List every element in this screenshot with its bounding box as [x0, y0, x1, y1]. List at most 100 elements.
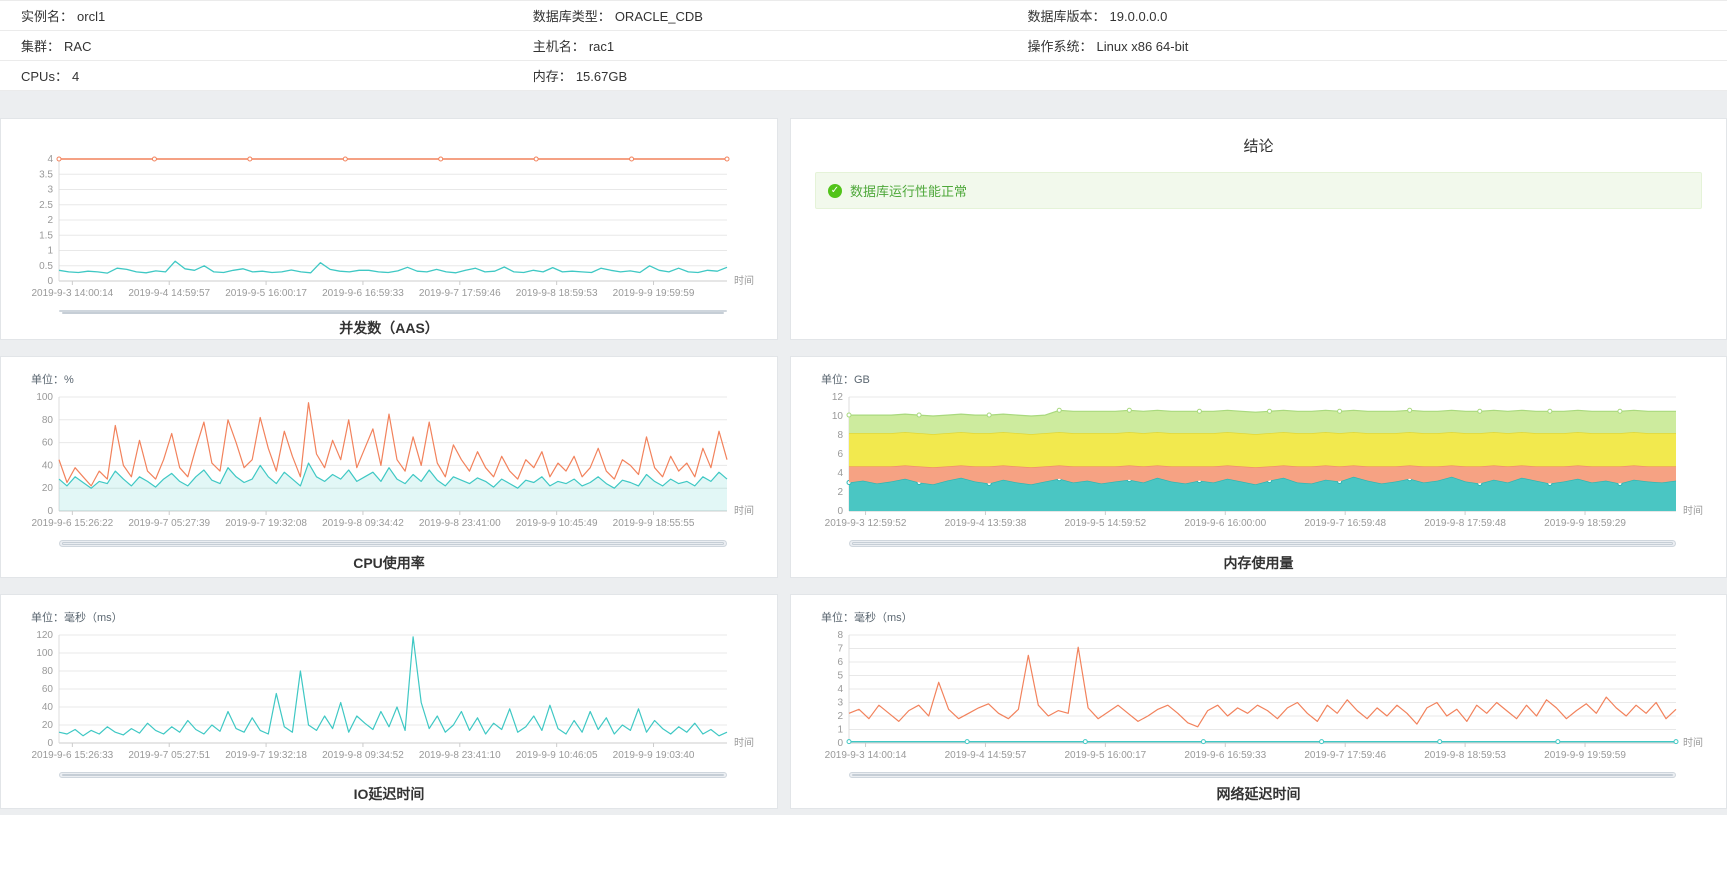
svg-text:2019-9-5 16:00:17: 2019-9-5 16:00:17	[225, 288, 307, 299]
data-zoom-slider[interactable]	[59, 772, 727, 778]
chart-title: IO延迟时间	[353, 786, 425, 802]
svg-text:2019-9-8 23:41:00: 2019-9-8 23:41:00	[419, 518, 501, 529]
svg-text:2019-9-9 19:59:59: 2019-9-9 19:59:59	[1544, 750, 1626, 761]
data-zoom-thumb[interactable]	[62, 312, 724, 314]
svg-text:2019-9-9 19:59:59: 2019-9-9 19:59:59	[613, 288, 695, 299]
dashboard-grid: 0 0.5 1 1.5 2 2.5 3 3.5 4 2019-9-3 14:00:14 2019-9…	[0, 91, 1727, 815]
svg-text:2019-9-9 18:59:29: 2019-9-9 18:59:29	[1544, 518, 1626, 529]
svg-text:2019-9-9 10:45:49: 2019-9-9 10:45:49	[516, 518, 598, 529]
svg-text:时间: 时间	[734, 274, 754, 287]
info-label: 实例名：	[21, 9, 74, 24]
info-db-type: 数据库类型： ORACLE_CDB	[533, 6, 1028, 25]
data-zoom-slider[interactable]	[59, 310, 727, 314]
svg-text:2019-9-4 14:59:57: 2019-9-4 14:59:57	[128, 288, 210, 299]
svg-text:时间: 时间	[1683, 504, 1703, 517]
svg-text:0: 0	[837, 506, 843, 517]
svg-text:2019-9-6 15:26:33: 2019-9-6 15:26:33	[31, 750, 113, 761]
svg-text:3.5: 3.5	[39, 169, 53, 180]
svg-text:2019-9-3 14:00:14: 2019-9-3 14:00:14	[825, 750, 907, 761]
panel-network-latency: 单位：毫秒（ms） 0 1 2 3 4 5 6 7 8 2019-9-3 14:00:14 2019…	[790, 594, 1727, 809]
aas-chart[interactable]: 0 0.5 1 1.5 2 2.5 3 3.5 4 2019-9-3 14:00:14 2019-9…	[15, 151, 763, 306]
svg-text:40: 40	[42, 702, 54, 713]
svg-text:2019-9-3 12:59:52: 2019-9-3 12:59:52	[825, 518, 907, 529]
svg-text:2019-9-7 05:27:51: 2019-9-7 05:27:51	[128, 750, 210, 761]
info-row: 集群： RAC 主机名： rac1 操作系统： Linux x86 64-bit	[0, 31, 1727, 61]
info-label: CPUs：	[21, 69, 68, 84]
data-zoom-thumb[interactable]	[852, 542, 1673, 545]
svg-text:2019-9-7 17:59:46: 2019-9-7 17:59:46	[419, 288, 501, 299]
svg-text:2: 2	[837, 711, 843, 722]
svg-text:2: 2	[47, 215, 53, 226]
svg-text:2019-9-8 18:59:53: 2019-9-8 18:59:53	[516, 288, 598, 299]
data-zoom-thumb[interactable]	[62, 542, 724, 545]
svg-text:2019-9-6 16:59:33: 2019-9-6 16:59:33	[322, 288, 404, 299]
svg-text:8: 8	[837, 630, 843, 641]
svg-text:3: 3	[47, 185, 53, 196]
io-latency-chart[interactable]: 0 20 40 60 80 100 120 2019-9-6 15:26:33 2019-9-7…	[15, 627, 763, 768]
svg-text:3: 3	[837, 698, 843, 709]
info-os: 操作系统： Linux x86 64-bit	[1028, 36, 1727, 55]
svg-text:2019-9-6 16:59:33: 2019-9-6 16:59:33	[1184, 750, 1266, 761]
data-zoom-slider[interactable]	[59, 540, 727, 547]
data-zoom-slider[interactable]	[849, 540, 1676, 547]
svg-text:2019-9-7 16:59:48: 2019-9-7 16:59:48	[1304, 518, 1386, 529]
svg-text:6: 6	[837, 449, 843, 460]
svg-text:2019-9-4 13:59:38: 2019-9-4 13:59:38	[945, 518, 1027, 529]
status-alert: ✓ 数据库运行性能正常	[815, 172, 1702, 209]
svg-text:2: 2	[837, 487, 843, 498]
cpu-usage-chart[interactable]: 0 20 40 60 80 100 2019-9-6 15:26:22 2019-9-7 05…	[15, 389, 763, 536]
panel-aas: 0 0.5 1 1.5 2 2.5 3 3.5 4 2019-9-3 14:00:14 2019-9…	[0, 118, 778, 340]
svg-text:2019-9-3 14:00:14: 2019-9-3 14:00:14	[31, 288, 113, 299]
chart-title: CPU使用率	[353, 555, 425, 571]
info-label: 操作系统：	[1027, 39, 1093, 54]
info-value: Linux x86 64-bit	[1096, 39, 1189, 54]
svg-text:2019-9-7 19:32:08: 2019-9-7 19:32:08	[225, 518, 307, 529]
chart-svg: 0 2 4 6 8 10 12 2019-9-3 12:59:52 2019-9-4 13:59…	[825, 392, 1703, 529]
check-circle-icon: ✓	[828, 183, 842, 198]
svg-text:2019-9-7 19:32:18: 2019-9-7 19:32:18	[225, 750, 307, 761]
svg-text:2019-9-7 17:59:46: 2019-9-7 17:59:46	[1304, 750, 1386, 761]
info-value: ORACLE_CDB	[614, 9, 703, 24]
svg-text:2019-9-9 18:55:55: 2019-9-9 18:55:55	[613, 518, 695, 529]
chart-svg: 0 1 2 3 4 5 6 7 8 2019-9-3 14:00:14 2019-9-4 14:59…	[825, 630, 1703, 761]
svg-text:2019-9-8 09:34:52: 2019-9-8 09:34:52	[322, 750, 404, 761]
panel-cpu-usage: 单位：% 0 20 40 60 80 100 2019-9-6 15:26:22 2019-9…	[0, 356, 778, 578]
svg-text:4: 4	[837, 684, 843, 695]
svg-text:12: 12	[832, 392, 844, 403]
svg-text:2019-9-5 14:59:52: 2019-9-5 14:59:52	[1065, 518, 1147, 529]
svg-text:7: 7	[837, 644, 843, 655]
info-memory: 内存： 15.67GB	[533, 66, 1028, 85]
svg-text:0: 0	[47, 506, 53, 517]
unit-label: 单位：GB	[821, 374, 870, 386]
svg-text:60: 60	[42, 438, 54, 449]
svg-text:2019-9-6 15:26:22: 2019-9-6 15:26:22	[31, 518, 113, 529]
svg-text:80: 80	[42, 666, 54, 677]
info-cluster: 集群： RAC	[21, 36, 533, 55]
info-value: orcl1	[77, 9, 106, 24]
data-zoom-slider[interactable]	[849, 772, 1676, 778]
data-zoom-thumb[interactable]	[852, 774, 1673, 776]
chart-title: 网络延迟时间	[1216, 786, 1301, 802]
svg-text:4: 4	[47, 154, 53, 165]
data-zoom-thumb[interactable]	[62, 774, 724, 776]
svg-text:4: 4	[837, 468, 843, 479]
info-label: 内存：	[532, 69, 572, 84]
info-hostname: 主机名： rac1	[533, 36, 1028, 55]
svg-text:0: 0	[47, 738, 53, 749]
svg-text:120: 120	[36, 630, 53, 641]
svg-text:80: 80	[42, 415, 54, 426]
svg-text:0: 0	[837, 738, 843, 749]
svg-text:40: 40	[42, 460, 54, 471]
svg-text:1.5: 1.5	[39, 230, 53, 241]
chart-title: 内存使用量	[1223, 555, 1294, 571]
info-value: 19.0.0.0.0	[1109, 9, 1168, 24]
svg-text:5: 5	[837, 671, 843, 682]
memory-usage-chart[interactable]: 0 2 4 6 8 10 12 2019-9-3 12:59:52 2019-9-4 13:59…	[805, 389, 1712, 536]
network-latency-chart[interactable]: 0 1 2 3 4 5 6 7 8 2019-9-3 14:00:14 2019-9-4 14:59…	[805, 627, 1712, 768]
svg-text:2019-9-8 23:41:10: 2019-9-8 23:41:10	[419, 750, 501, 761]
info-instance-name: 实例名： orcl1	[21, 6, 533, 25]
status-message: 数据库运行性能正常	[850, 184, 968, 199]
svg-text:2.5: 2.5	[39, 200, 53, 211]
unit-label: 单位：毫秒（ms）	[31, 612, 123, 624]
svg-text:2019-9-8 17:59:48: 2019-9-8 17:59:48	[1424, 518, 1506, 529]
